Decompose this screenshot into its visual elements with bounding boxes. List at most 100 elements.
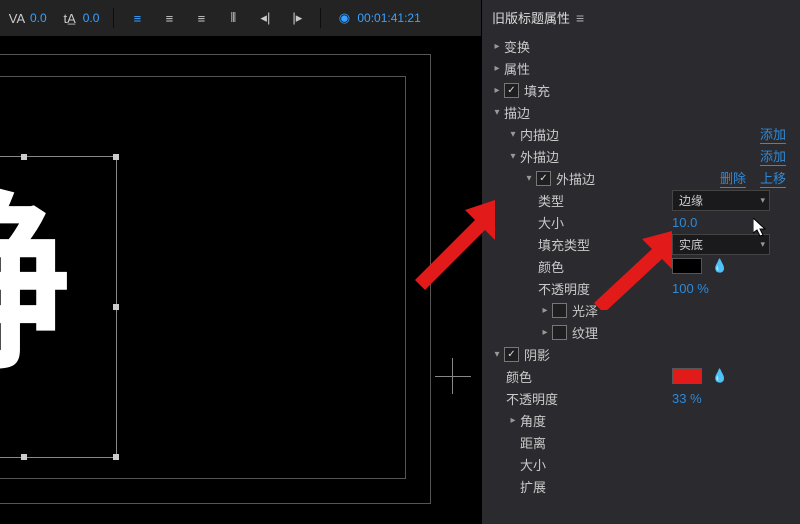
stroke-opacity-label: 不透明度 [538,279,590,298]
shadow-distance-label: 距离 [520,433,546,452]
section-shadow[interactable]: 阴影 [482,343,800,365]
section-label: 填充 [524,81,550,100]
stroke-color-row: 颜色 💧 [482,255,800,277]
texture-label: 纹理 [572,323,598,342]
outer-stroke-delete-link[interactable]: 删除 [720,168,746,188]
twisty-icon[interactable] [538,327,552,338]
stroke-filltype-select[interactable]: 实底 [672,234,770,255]
properties-panel: 旧版标题属性 ≡ 变换 属性 填充 描边 内描边 添加 外描边 添加 [482,0,800,524]
shadow-distance-row: 距离 [482,431,800,453]
sheen-label: 光泽 [572,301,598,320]
align-center-icon[interactable]: ≡ [160,9,178,27]
twisty-icon[interactable] [490,349,504,360]
shadow-opacity-label: 不透明度 [506,389,558,408]
section-transform[interactable]: 变换 [482,35,800,57]
section-fill[interactable]: 填充 [482,79,800,101]
section-label: 阴影 [524,345,550,364]
section-label: 描边 [504,103,530,122]
selection-bbox[interactable] [0,156,117,458]
shadow-opacity-value[interactable]: 33 % [672,391,702,406]
shadow-color-label: 颜色 [506,367,532,386]
outer-stroke-item-label: 外描边 [556,169,595,188]
toolbar: VA 0.0 tA̲ 0.0 ≡ ≡ ≡ ⫴ ◂| |▸ ◉ 00:01:41:… [0,0,481,37]
tabs-icon[interactable]: ⫴ [224,9,242,27]
panel-menu-icon[interactable]: ≡ [576,10,584,26]
twisty-icon[interactable] [490,41,504,52]
separator [320,8,321,28]
shadow-angle-row[interactable]: 角度 [482,409,800,431]
tab-prev-icon[interactable]: ◂| [256,9,274,27]
timecode-value[interactable]: 00:01:41:21 [357,11,420,25]
outer-stroke-row[interactable]: 外描边 添加 [482,145,800,167]
stroke-texture-row[interactable]: 纹理 [482,321,800,343]
twisty-icon[interactable] [506,415,520,426]
shadow-spread-label: 扩展 [520,477,546,496]
section-label: 变换 [504,37,530,56]
fill-checkbox[interactable] [504,83,519,98]
sheen-checkbox[interactable] [552,303,567,318]
shadow-angle-label: 角度 [520,411,546,430]
outer-stroke-checkbox[interactable] [536,171,551,186]
separator [113,8,114,28]
shadow-checkbox[interactable] [504,347,519,362]
stroke-opacity-row: 不透明度 100 % [482,277,800,299]
resize-handle[interactable] [113,304,119,310]
twisty-icon[interactable] [506,129,520,140]
tab-next-icon[interactable]: |▸ [288,9,306,27]
outer-stroke-moveup-link[interactable]: 上移 [760,168,786,188]
twisty-icon[interactable] [490,63,504,74]
eyedropper-icon[interactable]: 💧 [712,368,728,383]
stroke-type-label: 类型 [538,191,564,210]
section-stroke[interactable]: 描边 [482,101,800,123]
align-right-icon[interactable]: ≡ [192,9,210,27]
stroke-opacity-value[interactable]: 100 % [672,281,709,296]
stroke-size-row: 大小 10.0 [482,211,800,233]
anchor-cross [435,376,471,377]
title-canvas[interactable]: 静 [0,36,481,524]
shadow-opacity-row: 不透明度 33 % [482,387,800,409]
stroke-sheen-row[interactable]: 光泽 [482,299,800,321]
section-label: 属性 [504,59,530,78]
inner-stroke-row[interactable]: 内描边 添加 [482,123,800,145]
baseline-value[interactable]: 0.0 [83,11,100,25]
kerning-control[interactable]: VA 0.0 [8,9,47,27]
inner-stroke-add-link[interactable]: 添加 [760,124,786,144]
twisty-icon[interactable] [506,151,520,162]
panel-title-text: 旧版标题属性 [492,8,570,27]
timecode-display[interactable]: ◉ 00:01:41:21 [335,9,420,27]
shadow-size-row: 大小 [482,453,800,475]
twisty-icon[interactable] [522,173,536,184]
kerning-icon: VA [8,9,26,27]
stroke-filltype-row: 填充类型 实底 [482,233,800,255]
stroke-type-row: 类型 边缘 [482,189,800,211]
inner-stroke-label: 内描边 [520,125,559,144]
panel-header: 旧版标题属性 ≡ [482,6,800,35]
stroke-size-label: 大小 [538,213,564,232]
stroke-filltype-value: 实底 [679,236,703,253]
stroke-type-select[interactable]: 边缘 [672,190,770,211]
texture-checkbox[interactable] [552,325,567,340]
eyedropper-icon[interactable]: 💧 [712,258,728,273]
eye-icon: ◉ [335,9,353,27]
stroke-size-value[interactable]: 10.0 [672,215,697,230]
shadow-color-row: 颜色 💧 [482,365,800,387]
outer-stroke-item-row[interactable]: 外描边 删除 上移 [482,167,800,189]
stroke-filltype-label: 填充类型 [538,235,590,254]
resize-handle[interactable] [21,154,27,160]
section-attributes[interactable]: 属性 [482,57,800,79]
outer-stroke-label: 外描边 [520,147,559,166]
outer-stroke-add-link[interactable]: 添加 [760,146,786,166]
twisty-icon[interactable] [490,107,504,118]
stroke-type-value: 边缘 [679,192,703,209]
shadow-color-swatch[interactable] [672,368,702,384]
resize-handle[interactable] [113,454,119,460]
stroke-color-swatch[interactable] [672,258,702,274]
twisty-icon[interactable] [490,85,504,96]
resize-handle[interactable] [21,454,27,460]
twisty-icon[interactable] [538,305,552,316]
baseline-shift-control[interactable]: tA̲ 0.0 [61,9,100,27]
resize-handle[interactable] [113,154,119,160]
shadow-spread-row: 扩展 [482,475,800,497]
kerning-value[interactable]: 0.0 [30,11,47,25]
align-left-icon[interactable]: ≡ [128,9,146,27]
